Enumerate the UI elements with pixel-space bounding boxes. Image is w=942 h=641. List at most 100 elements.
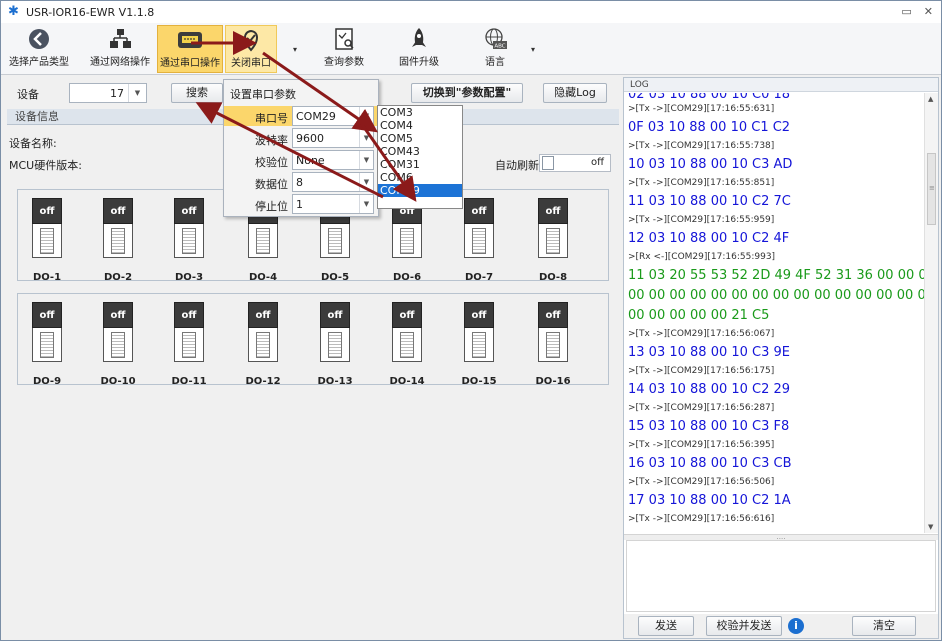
output-switch[interactable]: off DO-1	[32, 198, 62, 283]
output-switch[interactable]: off DO-12	[245, 302, 281, 387]
port-option[interactable]: COM31	[378, 158, 462, 171]
minimize-icon[interactable]: ▭	[901, 5, 911, 18]
device-address-select[interactable]: 17 ▼	[69, 83, 147, 103]
scroll-up-icon[interactable]: ▲	[928, 95, 933, 103]
port-option[interactable]: COM4	[378, 119, 462, 132]
port-option[interactable]: COM6	[378, 171, 462, 184]
switch-grip-icon	[472, 228, 486, 254]
scroll-down-icon[interactable]: ▼	[928, 523, 933, 531]
output-switch[interactable]: off DO-13	[317, 302, 353, 387]
app-window: ✱ USR-IOR16-EWR V1.1.8 ▭ ✕ 选择产品类型 通过网络操作…	[0, 0, 942, 641]
port-label: 串口号	[255, 112, 288, 125]
parity-label: 校验位	[255, 156, 288, 169]
switch-grip-icon	[472, 332, 486, 358]
serial-operation-button[interactable]: 通过串口操作	[157, 25, 223, 73]
info-icon[interactable]: i	[788, 618, 804, 634]
select-product-type-button[interactable]: 选择产品类型	[3, 25, 75, 73]
switch-grip-icon	[546, 228, 560, 254]
databits-select[interactable]: 8 ▼	[292, 172, 374, 192]
close-serial-dropdown-caret[interactable]: ▾	[293, 45, 297, 54]
output-name: DO-6	[392, 272, 422, 283]
chevron-down-icon: ▼	[359, 107, 373, 125]
log-line: >[Rx <-][COM29][17:16:55:993]	[628, 252, 776, 262]
output-switch[interactable]: off DO-3	[174, 198, 204, 283]
port-option[interactable]: COM29	[378, 184, 462, 197]
query-params-button[interactable]: 查询参数	[313, 25, 375, 73]
output-switch[interactable]: off DO-10	[100, 302, 136, 387]
language-button[interactable]: ABC 语言	[469, 25, 521, 73]
output-switch[interactable]: off DO-8	[538, 198, 568, 283]
output-name: DO-15	[461, 376, 497, 387]
log-line: >[Tx ->][COM29][17:16:55:631]	[628, 104, 775, 114]
switch-slot	[538, 328, 568, 362]
ribbon-toolbar: 选择产品类型 通过网络操作 通过串口操作 关闭串口 ▾ 查询参数 固件升级 AB…	[1, 23, 941, 75]
output-name: DO-8	[538, 272, 568, 283]
title-bar: ✱ USR-IOR16-EWR V1.1.8 ▭ ✕	[1, 1, 941, 23]
output-switch[interactable]: off DO-16	[535, 302, 571, 387]
close-serial-button[interactable]: 关闭串口	[225, 25, 277, 73]
stopbits-select[interactable]: 1 ▼	[292, 194, 374, 214]
switch-grip-icon	[182, 332, 196, 358]
send-button[interactable]: 发送	[638, 616, 694, 636]
output-switch[interactable]: off DO-15	[461, 302, 497, 387]
switch-slot	[464, 224, 494, 258]
checksum-send-button[interactable]: 校验并发送	[706, 616, 782, 636]
port-select[interactable]: COM29 ▼	[292, 106, 374, 126]
databits-row: 数据位 8 ▼	[224, 172, 380, 192]
log-output[interactable]: 02 03 10 88 00 10 C0 18 >[Tx ->][COM29][…	[624, 93, 924, 533]
output-switch[interactable]: off DO-14	[389, 302, 425, 387]
log-line: 00 00 00 00 00 21 C5	[628, 308, 770, 323]
output-switch[interactable]: off DO-11	[171, 302, 207, 387]
switch-state-label: off	[32, 198, 62, 224]
switch-state-label: off	[248, 302, 278, 328]
switch-state-label: off	[174, 198, 204, 224]
switch-config-button[interactable]: 切换到"参数配置"	[411, 83, 523, 103]
language-dropdown-caret[interactable]: ▾	[531, 45, 535, 54]
log-line: >[Tx ->][COM29][17:16:56:067]	[628, 329, 775, 339]
switch-slot	[103, 224, 133, 258]
document-search-icon	[330, 27, 358, 51]
log-line: >[Tx ->][COM29][17:16:56:506]	[628, 477, 775, 487]
output-switch[interactable]: off DO-7	[464, 198, 494, 283]
hide-log-button[interactable]: 隐藏Log	[543, 83, 607, 103]
log-line: 12 03 10 88 00 10 C2 4F	[628, 231, 790, 246]
auto-refresh-toggle[interactable]: off	[539, 154, 611, 172]
firmware-upgrade-button[interactable]: 固件升级	[391, 25, 447, 73]
back-arrow-icon	[25, 27, 53, 51]
output-switch[interactable]: off DO-2	[103, 198, 133, 283]
chevron-down-icon: ▼	[359, 129, 373, 147]
log-line: 11 03 20 55 53 52 2D 49 4F 52 31 36 00 0…	[628, 268, 924, 283]
log-line: >[Tx ->][COM29][17:16:56:616]	[628, 514, 775, 524]
output-name: DO-13	[317, 376, 353, 387]
serial-port-icon	[176, 28, 204, 52]
log-line: >[Tx ->][COM29][17:16:55:959]	[628, 215, 775, 225]
switch-slot	[248, 328, 278, 362]
switch-state-label: off	[320, 302, 350, 328]
scroll-thumb[interactable]: ≡	[927, 153, 936, 225]
clear-button[interactable]: 清空	[852, 616, 916, 636]
close-icon[interactable]: ✕	[924, 5, 933, 18]
switch-slot	[174, 328, 204, 362]
port-option[interactable]: COM3	[378, 106, 462, 119]
switch-slot	[464, 328, 494, 362]
serial-settings-dropdown: 设置串口参数 串口号 COM29 ▼ 波特率 9600 ▼ 校验位 None ▼ 数据…	[223, 79, 380, 217]
network-operation-button[interactable]: 通过网络操作	[85, 25, 155, 73]
port-option[interactable]: COM43	[378, 145, 462, 158]
log-line: 10 03 10 88 00 10 C3 AD	[628, 157, 793, 172]
baud-label: 波特率	[255, 134, 288, 147]
output-name: DO-12	[245, 376, 281, 387]
output-switch[interactable]: off DO-9	[32, 302, 62, 387]
switch-grip-icon	[400, 332, 414, 358]
log-line: >[Tx ->][COM29][17:16:56:395]	[628, 440, 775, 450]
switch-state-label: off	[538, 198, 568, 224]
switch-state-label: off	[392, 302, 422, 328]
switch-state-label: off	[464, 302, 494, 328]
send-input[interactable]	[626, 540, 936, 612]
switch-slot	[103, 328, 133, 362]
search-button[interactable]: 搜索	[171, 83, 223, 103]
log-line: 15 03 10 88 00 10 C3 F8	[628, 419, 790, 434]
parity-select[interactable]: None ▼	[292, 150, 374, 170]
log-scrollbar[interactable]: ▲ ≡ ▼	[924, 93, 938, 533]
port-option[interactable]: COM5	[378, 132, 462, 145]
baud-select[interactable]: 9600 ▼	[292, 128, 374, 148]
